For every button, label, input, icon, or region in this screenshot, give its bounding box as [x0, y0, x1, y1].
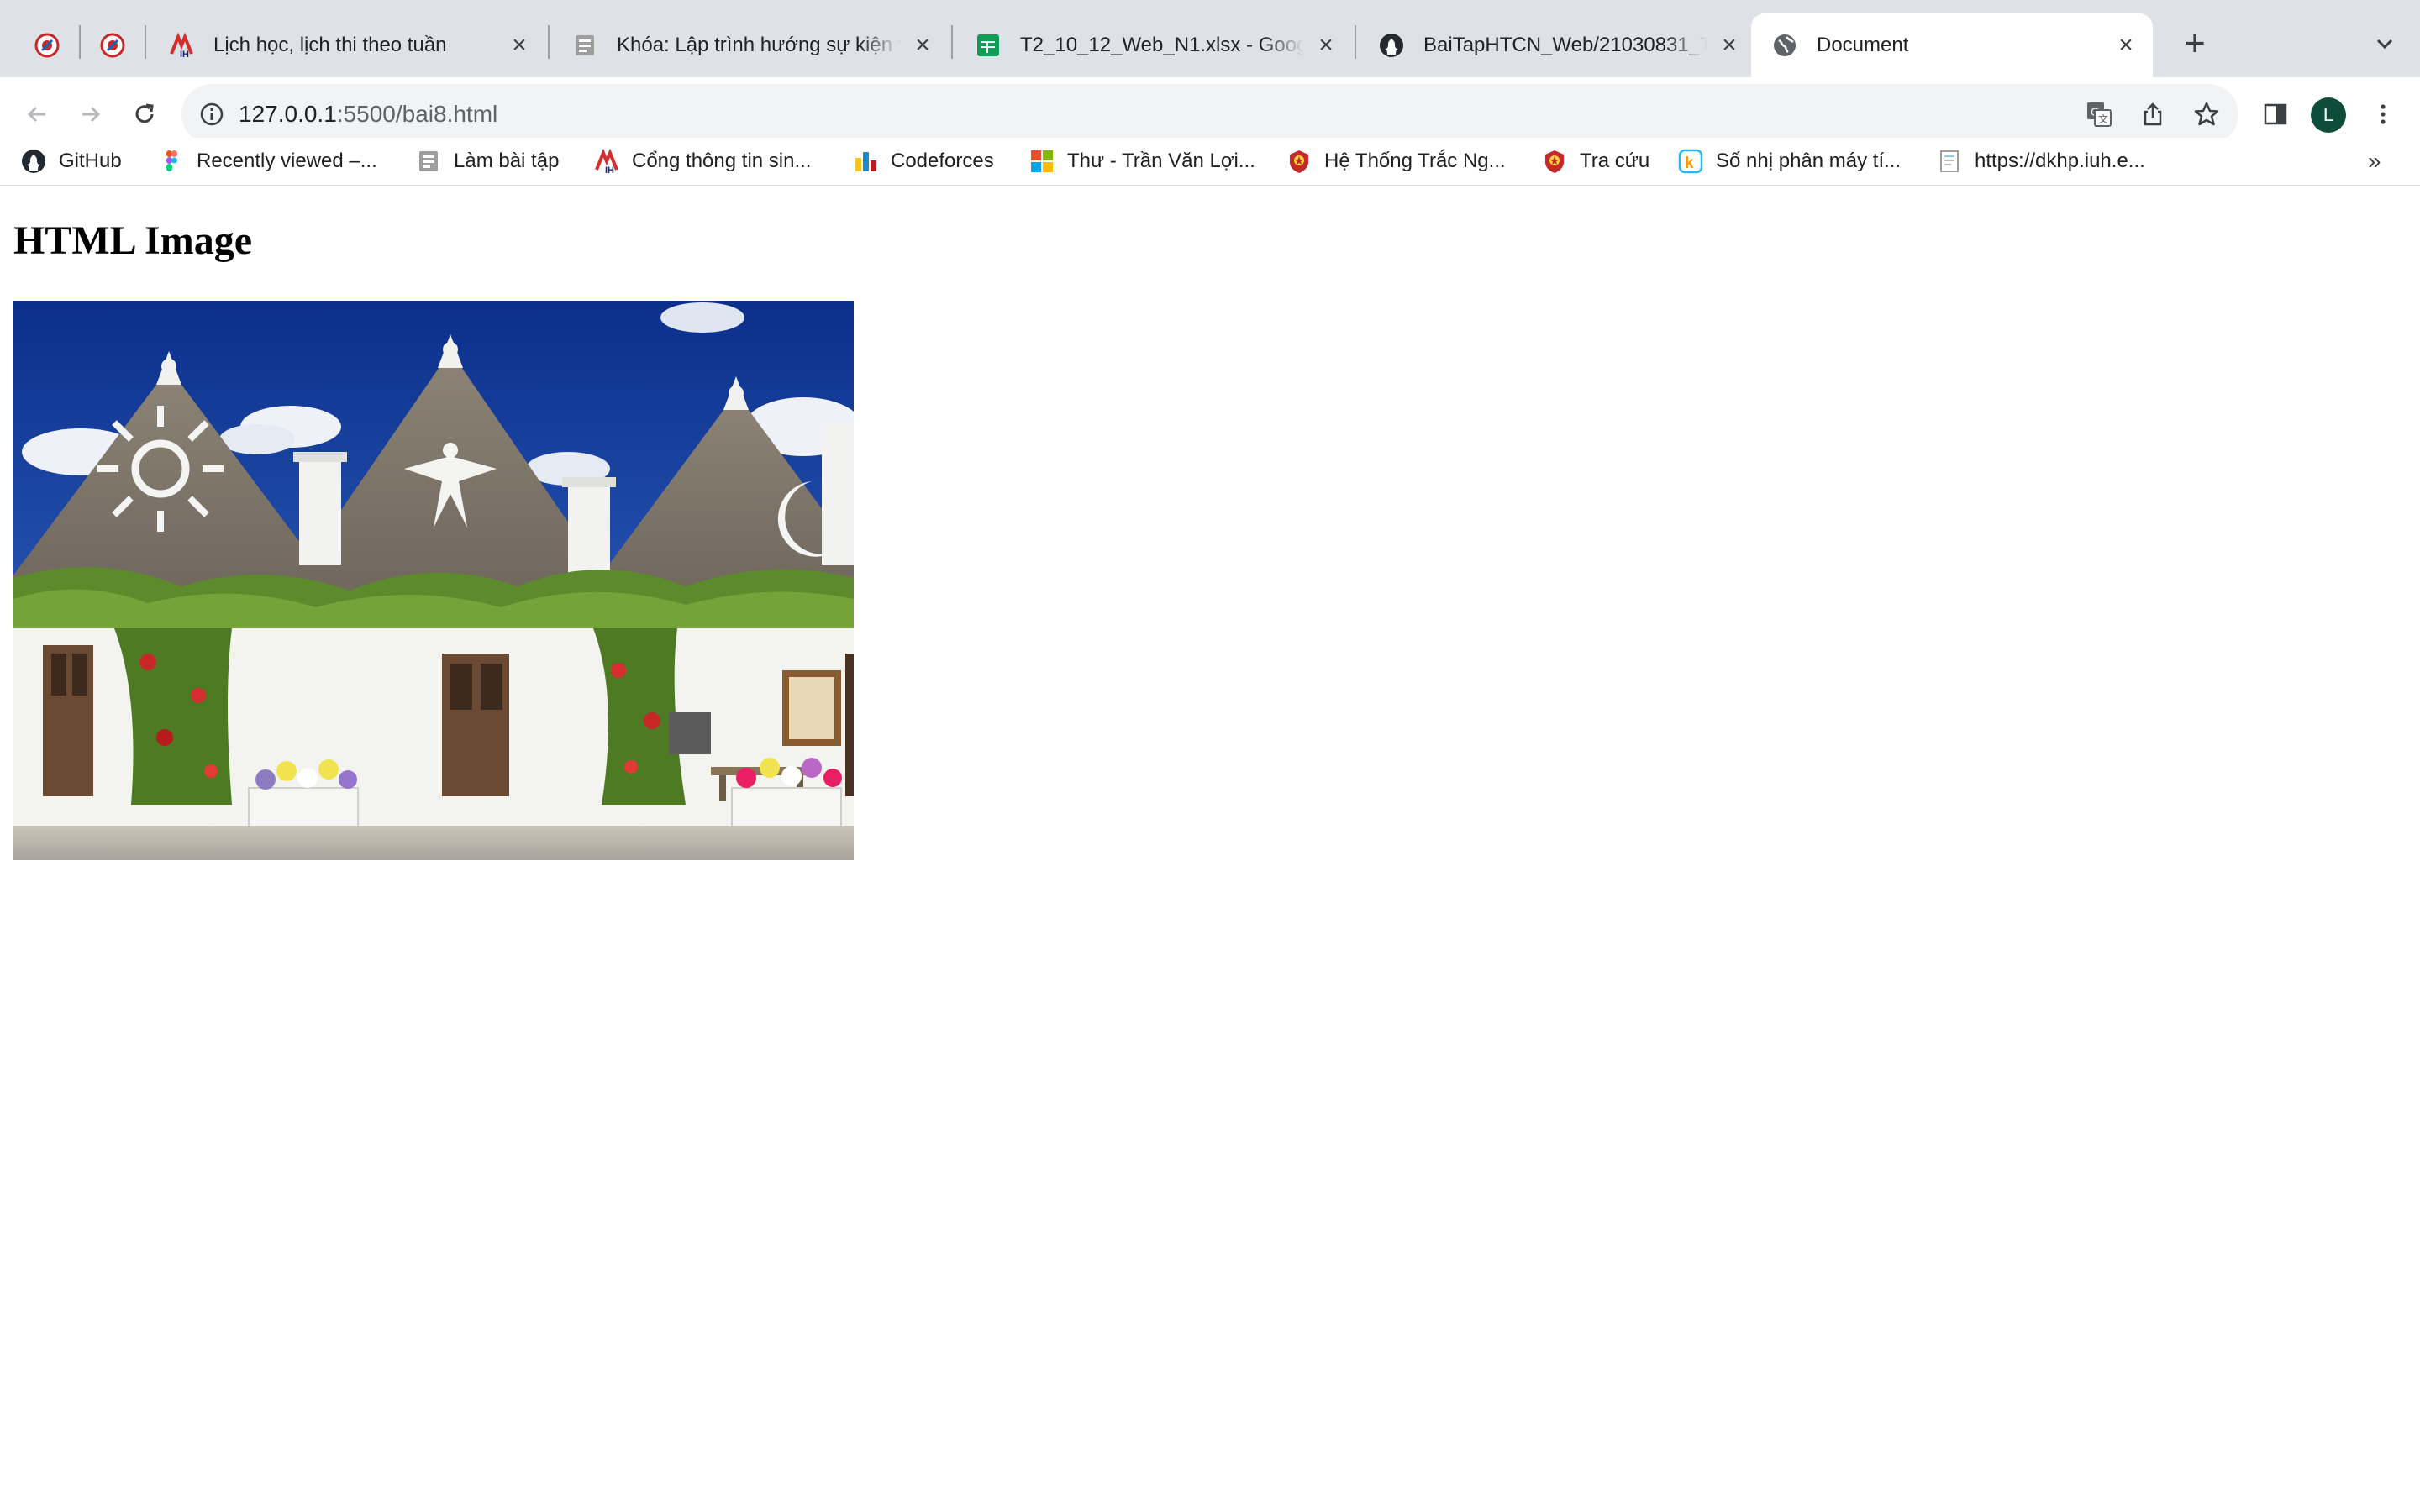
bookmark-assignments[interactable]: Làm bài tập: [415, 138, 559, 185]
bookmark-label: GitHub: [59, 150, 122, 172]
page-content: HTML Image: [0, 186, 2420, 1512]
bookmark-label: Tra cứu: [1580, 150, 1650, 172]
tab-github-repo[interactable]: BaiTapHTCN_Web/21030831_T ×: [1358, 13, 1756, 77]
tab-separator: [145, 25, 146, 59]
tab-course[interactable]: Khóa: Lập trình hướng sự kiện với ×: [551, 13, 950, 77]
globe-icon: [1771, 32, 1798, 59]
close-icon[interactable]: ×: [504, 30, 534, 60]
url-path: :5500/bai8.html: [336, 101, 498, 127]
tab-strip: IH Lịch học, lịch thi theo tuần × Khóa: …: [0, 0, 2420, 77]
svg-text:IH: IH: [180, 50, 189, 59]
page-heading: HTML Image: [13, 218, 252, 263]
back-arrow-icon[interactable]: [13, 91, 60, 138]
reload-icon[interactable]: [121, 91, 168, 138]
bookmark-mail[interactable]: Thư - Trần Văn Lợi...: [1028, 138, 1255, 185]
codeforces-icon: [852, 148, 879, 175]
iuh-red-shield-icon: [34, 32, 60, 59]
tab-schedule[interactable]: IH Lịch học, lịch thi theo tuần ×: [148, 13, 546, 77]
svg-text:文: 文: [2098, 113, 2108, 125]
tab-document-active[interactable]: Document ×: [1751, 13, 2153, 77]
tab-title: BaiTapHTCN_Web/21030831_T: [1423, 34, 1707, 56]
bookmark-lookup[interactable]: Tra cứu: [1541, 138, 1649, 185]
k-icon: k: [1677, 148, 1704, 175]
tab-separator: [1355, 25, 1356, 59]
tab-spreadsheet[interactable]: T2_10_12_Web_N1.xlsx - Google ×: [955, 13, 1353, 77]
google-sheets-icon: [975, 32, 1002, 59]
url-host: 127.0.0.1: [239, 101, 337, 127]
bookmarks-bar: GitHub Recently viewed –... Làm bài tập …: [0, 138, 2420, 186]
iuh-logo-icon: IH: [593, 148, 620, 175]
close-icon[interactable]: ×: [908, 30, 938, 60]
bookmark-codeforces[interactable]: Codeforces: [852, 138, 994, 185]
tab-separator: [951, 25, 953, 59]
tab-title: T2_10_12_Web_N1.xlsx - Google: [1020, 34, 1304, 56]
tab-search-chevron-icon[interactable]: [2363, 22, 2407, 66]
tab-pinned-1[interactable]: [17, 13, 77, 77]
youth-union-icon: [1541, 148, 1568, 175]
tab-title: Lịch học, lịch thi theo tuần: [213, 34, 447, 56]
bookmark-figma[interactable]: Recently viewed –...: [158, 138, 377, 185]
new-tab-button[interactable]: +: [2173, 22, 2217, 66]
forward-arrow-icon[interactable]: [67, 91, 114, 138]
address-bar[interactable]: 127.0.0.1:5500/bai8.html G文: [182, 84, 2238, 144]
github-icon: [1378, 32, 1405, 59]
translate-icon[interactable]: G文: [2082, 97, 2116, 131]
share-icon[interactable]: [2136, 97, 2170, 131]
bookmark-label: Làm bài tập: [454, 150, 560, 172]
bookmark-label: Recently viewed –...: [197, 150, 377, 172]
close-icon[interactable]: ×: [1311, 30, 1341, 60]
bookmark-quiz-system[interactable]: Hệ Thống Trắc Ng...: [1286, 138, 1506, 185]
bookmark-label: Số nhị phân máy tí...: [1716, 150, 1902, 172]
bookmark-label: Thư - Trần Văn Lợi...: [1067, 150, 1255, 172]
svg-text:k: k: [1685, 155, 1694, 172]
profile-avatar[interactable]: L: [2311, 97, 2346, 133]
bookmark-dkhp[interactable]: https://dkhp.iuh.e...: [1936, 138, 2145, 185]
bookmark-binary[interactable]: k Số nhị phân máy tí...: [1677, 138, 1901, 185]
more-menu-icon[interactable]: [2360, 91, 2407, 138]
document-icon: [415, 148, 442, 175]
figma-icon: [158, 148, 185, 175]
tab-pinned-2[interactable]: [82, 13, 143, 77]
bookmark-label: Hệ Thống Trắc Ng...: [1324, 150, 1506, 172]
close-icon[interactable]: ×: [1714, 30, 1744, 60]
bookmark-label: https://dkhp.iuh.e...: [1975, 150, 2145, 172]
bookmark-label: Codeforces: [891, 150, 994, 172]
bookmark-student-portal[interactable]: IH Cổng thông tin sin...: [593, 138, 811, 185]
iuh-red-shield-icon: [99, 32, 126, 59]
svg-text:IH: IH: [605, 165, 614, 175]
bookmark-label: Cổng thông tin sin...: [632, 150, 812, 172]
close-icon[interactable]: ×: [2111, 30, 2141, 60]
github-icon: [20, 148, 47, 175]
info-icon[interactable]: [197, 99, 227, 129]
document-icon: [571, 32, 598, 59]
trulli-houses-photo: [13, 301, 854, 860]
url-text: 127.0.0.1:5500/bai8.html: [239, 84, 497, 144]
side-panel-icon[interactable]: [2252, 91, 2299, 138]
page-icon: [1936, 148, 1963, 175]
tab-title: Document: [1817, 34, 1909, 56]
youth-union-icon: [1286, 148, 1313, 175]
bookmark-star-icon[interactable]: [2190, 97, 2223, 131]
tab-title: Khóa: Lập trình hướng sự kiện với: [617, 34, 901, 56]
iuh-logo-icon: IH: [168, 32, 195, 59]
microsoft-icon: [1028, 148, 1055, 175]
tab-separator: [548, 25, 550, 59]
tab-separator: [79, 25, 81, 59]
bookmarks-overflow-button[interactable]: »: [2368, 138, 2381, 185]
bookmark-github[interactable]: GitHub: [20, 138, 122, 185]
